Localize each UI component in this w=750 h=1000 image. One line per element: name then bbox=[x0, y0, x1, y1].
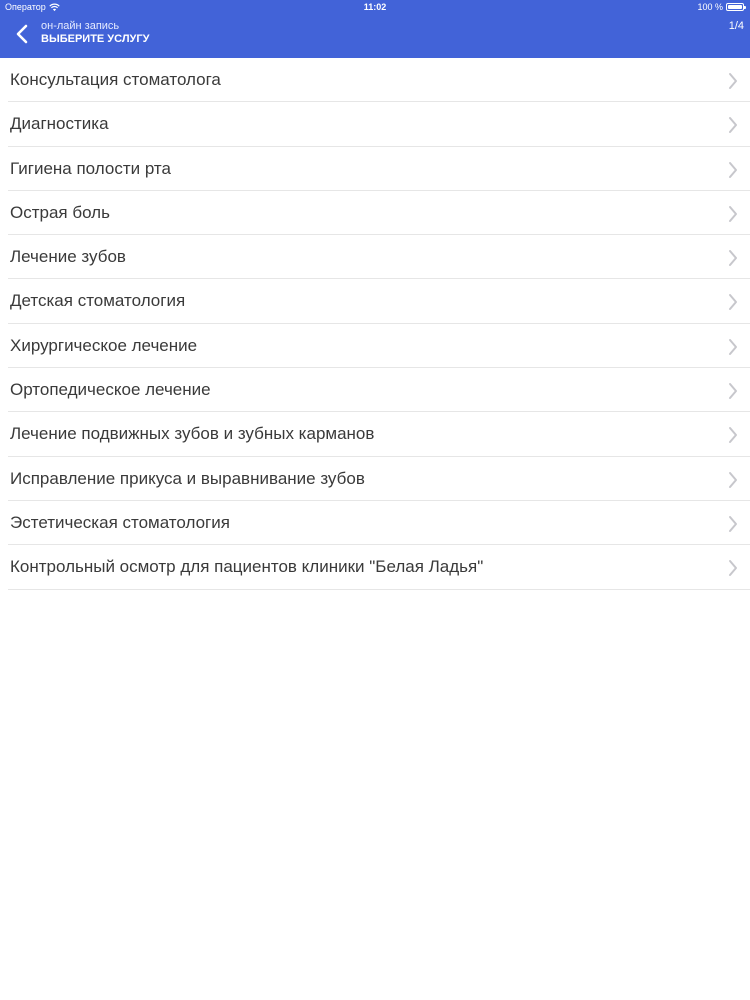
service-list-item[interactable]: Лечение зубов bbox=[0, 235, 750, 280]
status-bar: Оператор 11:02 100 % bbox=[0, 0, 750, 14]
service-label: Консультация стоматолога bbox=[10, 70, 221, 89]
service-label: Лечение зубов bbox=[10, 247, 126, 267]
chevron-right-icon bbox=[729, 117, 737, 134]
page-title: ВЫБЕРИТЕ УСЛУГУ bbox=[41, 33, 150, 45]
nav-titles: он-лайн запись ВЫБЕРИТЕ УСЛУГУ bbox=[41, 20, 149, 46]
chevron-right-icon bbox=[729, 294, 737, 311]
service-list-item[interactable]: Хирургическое лечение bbox=[0, 324, 750, 369]
chevron-right-icon bbox=[729, 383, 737, 400]
service-list-item[interactable]: Контрольный осмотр для пациентов клиники… bbox=[0, 545, 750, 590]
service-list-item[interactable]: Гигиена полости рта bbox=[0, 147, 750, 192]
chevron-right-icon bbox=[729, 338, 737, 355]
service-list-item[interactable]: Детская стоматология bbox=[0, 279, 750, 325]
page-counter: 1/4 bbox=[728, 20, 744, 32]
service-list-item[interactable]: Диагностика bbox=[0, 102, 750, 147]
chevron-left-icon bbox=[16, 24, 28, 44]
battery-percent: 100 % bbox=[697, 2, 723, 12]
nav-subtitle: он-лайн запись bbox=[41, 20, 120, 32]
service-label: Контрольный осмотр для пациентов клиники… bbox=[10, 557, 484, 577]
service-list-item[interactable]: Острая боль bbox=[0, 191, 750, 236]
service-label: Острая боль bbox=[10, 202, 110, 222]
chevron-right-icon bbox=[729, 205, 737, 222]
chevron-right-icon bbox=[729, 471, 737, 488]
service-label: Гигиена полости рта bbox=[10, 158, 171, 178]
service-label: Хирургическое лечение bbox=[10, 335, 198, 355]
service-label: Эстетическая стоматология bbox=[10, 512, 230, 532]
navigation-header: Оператор 11:02 100 % он-лайн запись ВЫБЕ… bbox=[0, 0, 750, 58]
chevron-right-icon bbox=[729, 161, 737, 178]
service-label: Исправление прикуса и выравнивание зубов bbox=[10, 468, 365, 488]
service-label: Детская стоматология bbox=[10, 291, 186, 311]
chevron-right-icon bbox=[729, 560, 737, 577]
service-list-item[interactable]: Эстетическая стоматология bbox=[0, 501, 750, 546]
service-label: Лечение подвижных зубов и зубных кармано… bbox=[10, 424, 375, 444]
status-time: 11:02 bbox=[363, 2, 387, 12]
service-list: Консультация стоматолога Диагностика Гигие… bbox=[0, 58, 750, 590]
service-list-item[interactable]: Лечение подвижных зубов и зубных кармано… bbox=[0, 412, 750, 457]
status-right: 100 % bbox=[697, 0, 746, 14]
battery-icon bbox=[726, 3, 746, 11]
chevron-right-icon bbox=[729, 250, 737, 267]
service-label: Ортопедическое лечение bbox=[10, 380, 211, 400]
service-list-item[interactable]: Консультация стоматолога bbox=[0, 58, 750, 103]
chevron-right-icon bbox=[729, 427, 737, 444]
chevron-right-icon bbox=[729, 73, 737, 89]
service-list-item[interactable]: Ортопедическое лечение bbox=[0, 368, 750, 413]
service-list-item[interactable]: Исправление прикуса и выравнивание зубов bbox=[0, 457, 750, 502]
service-label: Диагностика bbox=[10, 114, 109, 134]
chevron-right-icon bbox=[729, 515, 737, 532]
back-button[interactable] bbox=[8, 20, 36, 48]
